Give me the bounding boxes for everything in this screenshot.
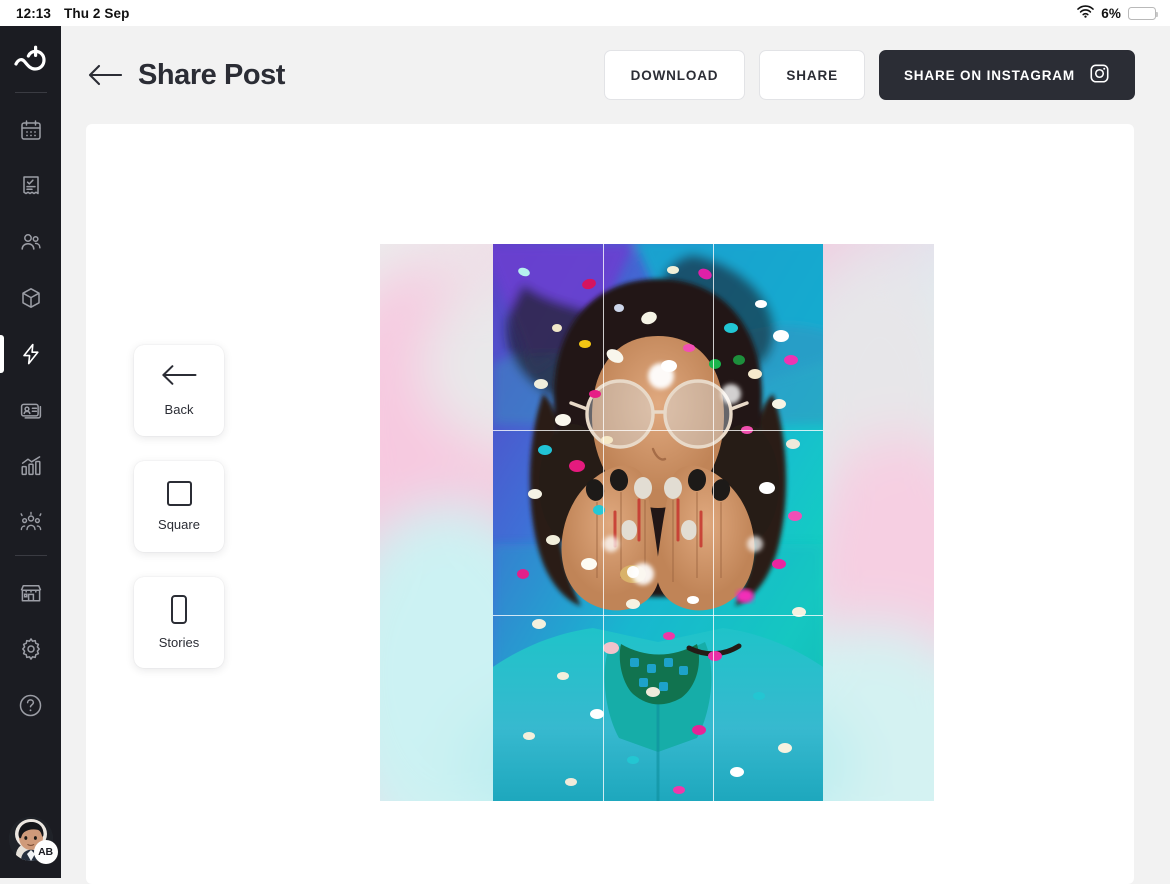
sidebar: AB bbox=[0, 26, 61, 878]
phone-portrait-icon bbox=[171, 595, 187, 624]
sidebar-item-reports[interactable] bbox=[0, 438, 61, 494]
header-actions: DOWNLOAD SHARE SHARE ON INSTAGRAM bbox=[603, 50, 1135, 100]
share-on-instagram-label: SHARE ON INSTAGRAM bbox=[903, 67, 1075, 83]
sidebar-item-store[interactable] bbox=[0, 565, 61, 621]
page-header: Share Post DOWNLOAD SHARE SHARE ON INSTA… bbox=[61, 26, 1170, 124]
option-back[interactable]: Back bbox=[134, 345, 224, 436]
status-time: 12:13 bbox=[16, 5, 52, 21]
page-title: Share Post bbox=[138, 58, 285, 91]
share-post-card: Back Square Stories bbox=[86, 124, 1134, 884]
arrow-left-icon bbox=[161, 364, 197, 391]
download-button[interactable]: DOWNLOAD bbox=[603, 50, 746, 100]
share-button[interactable]: SHARE bbox=[759, 50, 865, 100]
sidebar-item-marketing[interactable] bbox=[0, 326, 61, 382]
option-square[interactable]: Square bbox=[134, 461, 224, 552]
sidebar-item-packages[interactable] bbox=[0, 270, 61, 326]
main-content: Share Post DOWNLOAD SHARE SHARE ON INSTA… bbox=[61, 26, 1170, 884]
avatar-initials-badge: AB bbox=[33, 840, 58, 864]
sidebar-item-settings[interactable] bbox=[0, 621, 61, 677]
battery-icon bbox=[1128, 6, 1159, 20]
square-icon bbox=[166, 481, 192, 506]
grid-line-horizontal-1 bbox=[493, 430, 823, 431]
wifi-icon bbox=[1077, 5, 1095, 21]
share-on-instagram-button[interactable]: SHARE ON INSTAGRAM bbox=[878, 50, 1135, 100]
crop-grid-overlay bbox=[493, 244, 823, 801]
arrow-left-icon[interactable] bbox=[88, 64, 122, 86]
grid-line-vertical-2 bbox=[713, 244, 714, 801]
format-options: Back Square Stories bbox=[134, 345, 224, 668]
sidebar-divider-bottom bbox=[14, 555, 47, 556]
instagram-icon bbox=[1089, 63, 1110, 87]
user-avatar[interactable]: AB bbox=[8, 817, 58, 864]
option-back-label: Back bbox=[164, 402, 194, 417]
sidebar-item-calendar[interactable] bbox=[0, 102, 61, 158]
battery-percent: 6% bbox=[1101, 5, 1121, 21]
bookee-logo[interactable] bbox=[9, 40, 53, 80]
sidebar-item-clients[interactable] bbox=[0, 214, 61, 270]
status-bar: 12:13 Thu 2 Sep 6% bbox=[0, 0, 1170, 26]
option-stories[interactable]: Stories bbox=[134, 577, 224, 668]
sidebar-divider-top bbox=[14, 92, 47, 93]
option-square-label: Square bbox=[158, 517, 200, 532]
option-stories-label: Stories bbox=[158, 635, 200, 650]
grid-line-vertical-1 bbox=[603, 244, 604, 801]
grid-line-horizontal-2 bbox=[493, 615, 823, 616]
sidebar-item-staff[interactable] bbox=[0, 494, 61, 550]
post-preview[interactable] bbox=[380, 244, 934, 801]
sidebar-item-help[interactable] bbox=[0, 677, 61, 733]
sidebar-item-memberships[interactable] bbox=[0, 382, 61, 438]
status-date: Thu 2 Sep bbox=[64, 5, 130, 21]
sidebar-item-invoices[interactable] bbox=[0, 158, 61, 214]
